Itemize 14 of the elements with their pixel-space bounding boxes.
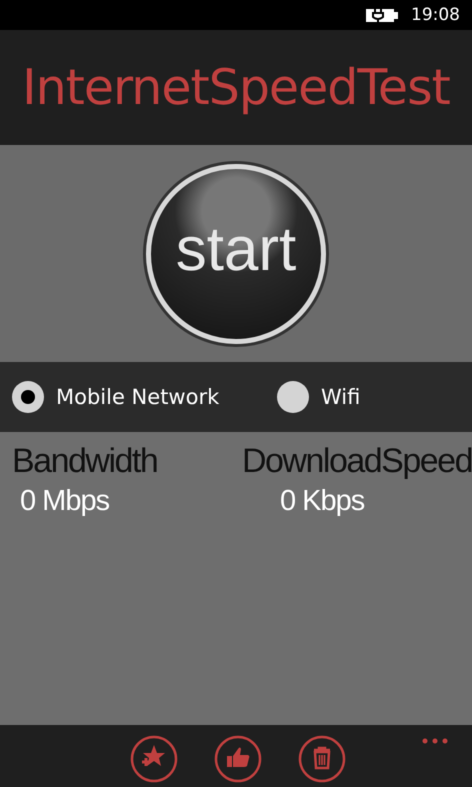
stat-value: 0 Mbps (19, 485, 110, 518)
stat-label: Bandwidth (12, 442, 158, 481)
network-radio-option[interactable]: Mobile Network (12, 381, 277, 413)
app-bar-button[interactable] (298, 735, 346, 783)
start-button[interactable]: start (146, 164, 326, 344)
app-bar-button[interactable] (130, 735, 178, 783)
app-bar-button[interactable] (214, 735, 262, 783)
network-radio-option[interactable]: Wifi (277, 381, 360, 413)
clock-time: 19:08 (411, 5, 460, 25)
battery-charging-icon (365, 6, 399, 24)
app-title: InternetSpeedTest (22, 59, 450, 116)
stat-label: DownloadSpeed (242, 442, 472, 481)
more-icon[interactable] (422, 738, 448, 744)
stat-value: 0 Kbps (278, 485, 366, 518)
